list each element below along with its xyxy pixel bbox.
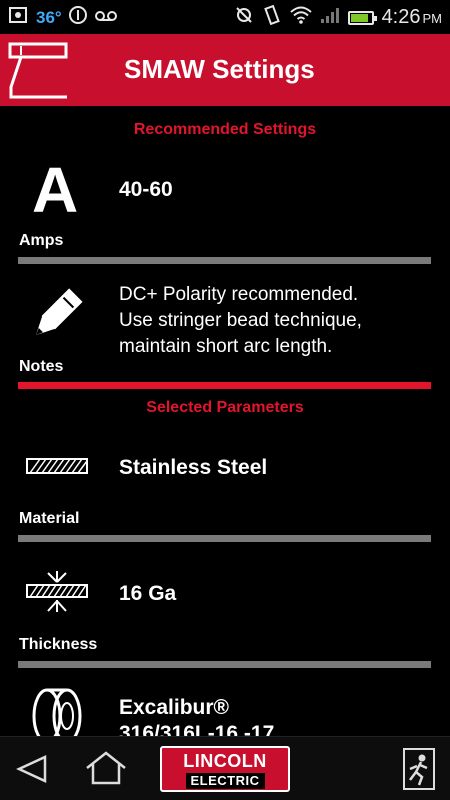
- notes-text: DC+ Polarity recommended. Use stringer b…: [119, 282, 439, 360]
- bottom-nav-bar: LINCOLN ELECTRIC: [0, 736, 450, 800]
- thickness-value: 16 Ga: [119, 582, 177, 605]
- voicemail-icon: [94, 8, 118, 28]
- clock-time: 4:26: [381, 6, 421, 28]
- clock-ampm: PM: [422, 11, 443, 26]
- status-bar: 36° 4:26 PM: [0, 0, 450, 34]
- amps-value: 40-60: [119, 178, 173, 201]
- electrode-value-line1: Excalibur®: [119, 696, 230, 719]
- battery-icon: [347, 10, 377, 25]
- selected-parameters-heading: Selected Parameters: [146, 399, 304, 416]
- do-not-disturb-icon: [68, 5, 88, 30]
- divider: [18, 257, 431, 264]
- brand-line1: LINCOLN: [183, 751, 267, 771]
- notes-line: Use stringer bead technique,: [119, 310, 362, 331]
- home-icon[interactable]: [84, 751, 128, 790]
- notes-line: DC+ Polarity recommended.: [119, 284, 359, 305]
- amps-icon: A: [32, 154, 79, 226]
- material-value: Stainless Steel: [119, 456, 268, 479]
- thickness-label: Thickness: [19, 636, 98, 653]
- wifi-icon: [289, 6, 312, 29]
- exit-icon[interactable]: [402, 747, 436, 796]
- wire-spool-icon: [30, 686, 84, 744]
- welding-gun-icon[interactable]: [7, 41, 69, 101]
- electrode-value-line2: 316/316L-16,-17: [119, 722, 275, 736]
- material-label: Material: [19, 510, 80, 527]
- section-divider: [18, 382, 431, 389]
- sync-off-icon: [234, 5, 254, 30]
- brand-line2: ELECTRIC: [185, 773, 265, 789]
- thickness-icon: [26, 571, 88, 618]
- amps-label: Amps: [19, 232, 64, 249]
- back-icon[interactable]: [16, 755, 48, 788]
- pencil-icon: [26, 287, 84, 350]
- recommended-settings-heading: Recommended Settings: [133, 121, 317, 138]
- app-header: SMAW Settings: [0, 34, 450, 106]
- signal-icon: [320, 6, 340, 29]
- divider: [18, 535, 431, 542]
- temperature-text: 36°: [36, 7, 62, 27]
- notes-line: maintain short arc length.: [119, 336, 333, 357]
- page-title: SMAW Settings: [124, 54, 315, 84]
- material-hatch-icon: [26, 458, 88, 479]
- notes-label: Notes: [19, 358, 64, 375]
- lincoln-electric-logo: LINCOLN ELECTRIC: [160, 746, 290, 792]
- app-notification-icon: [8, 5, 30, 30]
- vibrate-icon: [262, 4, 282, 30]
- divider: [18, 661, 431, 668]
